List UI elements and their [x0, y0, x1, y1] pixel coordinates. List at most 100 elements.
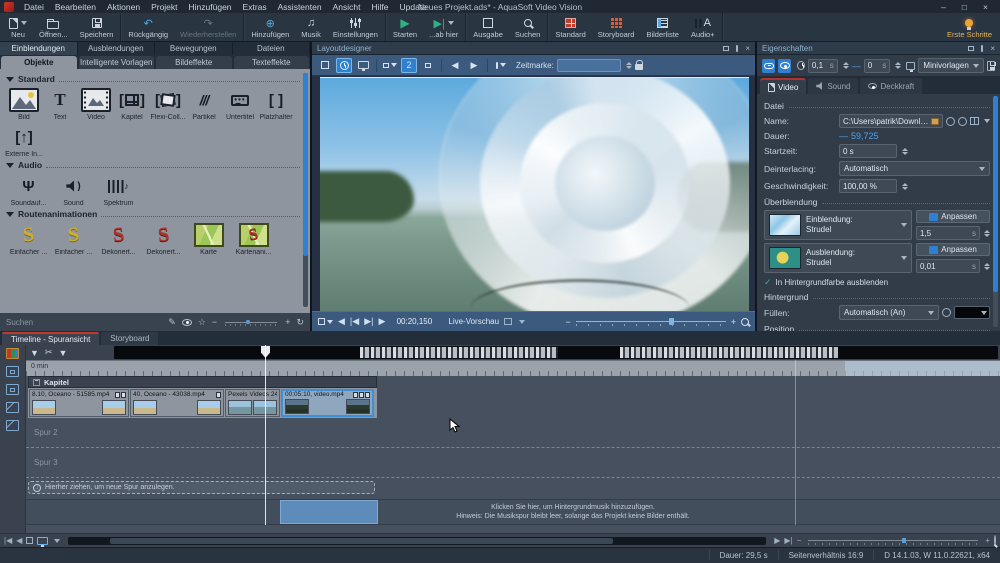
object-kapitel[interactable]: []Kapitel — [114, 87, 150, 121]
speed-field[interactable]: 100,00 % — [839, 179, 897, 193]
timeline-clip-2[interactable]: 40, Oceano - 43038.mp4 — [130, 389, 224, 417]
music-button[interactable]: ♫Musik — [295, 13, 327, 41]
zoom-out-icon[interactable]: − — [212, 317, 217, 327]
thumbnail-size-slider[interactable] — [225, 322, 277, 323]
tab-timeline-spuransicht[interactable]: Timeline - Spuransicht — [2, 332, 99, 345]
save-button[interactable]: Speichern — [74, 13, 120, 41]
grid-icon[interactable] — [382, 58, 398, 73]
offset-field[interactable]: 0s — [864, 59, 891, 73]
chevron-down-icon[interactable] — [519, 320, 525, 324]
link-toggle-icon[interactable] — [762, 59, 775, 73]
float-panel-icon[interactable] — [968, 46, 974, 51]
layout-bilderliste-button[interactable]: Bilderliste — [640, 13, 685, 41]
track-spur3[interactable]: Spur 3 — [26, 448, 1000, 478]
play-preview-icon[interactable]: ▶ — [378, 316, 385, 327]
object-video[interactable]: Video — [78, 87, 114, 121]
timeline-clip-1[interactable]: 8.10, Oceano - 51585.mp4 — [29, 389, 129, 417]
route-kartenanimation[interactable]: SKartenani... — [231, 222, 276, 256]
step-back-icon[interactable]: ◀ — [338, 316, 345, 327]
skip-end-icon[interactable]: ▶| — [364, 316, 373, 327]
chevron-down-icon[interactable] — [54, 539, 60, 543]
timeline-hscrollbar[interactable] — [68, 537, 766, 545]
tab-video[interactable]: Video — [760, 78, 806, 94]
fade-in-dropdown[interactable]: Einblendung:Strudel — [764, 210, 912, 240]
visibility-toggle-icon[interactable] — [778, 59, 791, 73]
route-dekoriert-2[interactable]: SDekoriert... — [141, 222, 186, 256]
timeline-zoom-out-icon[interactable]: − — [797, 536, 802, 545]
edit-filter-icon[interactable]: ✎ — [168, 317, 176, 328]
preview-zoom-out-icon[interactable]: − — [565, 317, 570, 327]
track-view-icon[interactable] — [6, 348, 19, 359]
preview-monitor-icon[interactable] — [37, 537, 48, 545]
close-button[interactable]: × — [983, 2, 988, 12]
time-mode-icon[interactable] — [336, 58, 352, 73]
layout-storyboard-button[interactable]: Storyboard — [592, 13, 641, 41]
reset-view-icon[interactable]: ↻ — [296, 317, 304, 328]
layout-standard-button[interactable]: Standard — [549, 13, 591, 41]
rotate-right-icon[interactable] — [958, 117, 967, 126]
visibility-icon[interactable] — [182, 319, 192, 326]
lock-icon[interactable] — [635, 64, 643, 70]
preview-menu-icon[interactable] — [504, 318, 512, 325]
stop-icon[interactable] — [26, 537, 33, 544]
cursor-next-icon[interactable]: ▶ — [466, 58, 482, 73]
start-from-here-button[interactable]: ▶|...ab hier — [423, 13, 464, 41]
duration-link[interactable]: 59,725 — [851, 131, 879, 141]
timeline-zoom-in-icon[interactable]: + — [985, 536, 990, 545]
pin-panel-icon[interactable] — [981, 45, 983, 52]
timeline-overview-bar[interactable] — [114, 346, 998, 359]
zeitmarke-input[interactable] — [557, 59, 621, 72]
deinterlacing-dropdown[interactable]: Automatisch — [839, 161, 990, 176]
color-picker-icon[interactable] — [942, 308, 951, 317]
section-routenanimationen[interactable]: Routenanimationen — [6, 209, 300, 219]
tab-sound[interactable]: Sound — [808, 78, 858, 94]
menu-ansicht[interactable]: Ansicht — [328, 2, 366, 12]
fade-in-anpassen-button[interactable]: Anpassen — [916, 210, 990, 223]
go-start-icon[interactable]: |◀ — [4, 536, 12, 545]
rotate-left-icon[interactable] — [946, 117, 955, 126]
object-untertitel[interactable]: •••Untertitel — [222, 87, 258, 121]
layout-audio-button[interactable]: AAudio+ — [685, 13, 721, 41]
menu-aktionen[interactable]: Aktionen — [102, 2, 145, 12]
monitor-icon[interactable] — [906, 62, 915, 70]
properties-scrollbar[interactable] — [993, 96, 998, 327]
section-standard[interactable]: Standard — [6, 74, 300, 84]
variants-icon[interactable] — [970, 117, 979, 125]
timeline-ruler[interactable]: 0 min — [26, 360, 1000, 376]
zoom-in-icon[interactable]: + — [285, 317, 290, 327]
start-button[interactable]: ▶Starten — [387, 13, 423, 41]
snap-2-icon[interactable]: 2 — [401, 58, 417, 73]
fit-range-icon[interactable] — [6, 420, 19, 431]
file-path-field[interactable]: C:\Users\patrik\Downloads\video.mp4 — [839, 114, 943, 128]
save-template-icon[interactable] — [987, 61, 995, 71]
marker-tool-icon[interactable]: ▼ — [30, 348, 39, 358]
chevron-down-icon[interactable] — [984, 119, 990, 123]
tab-objekte[interactable]: Objekte — [1, 56, 77, 69]
tab-intelligente-vorlagen[interactable]: Intelligente Vorlagen — [79, 56, 155, 69]
search-input[interactable] — [6, 318, 162, 327]
tab-texteffekte[interactable]: Texteffekte — [234, 56, 310, 69]
object-spektrum[interactable]: ♪Spektrum — [96, 173, 141, 207]
favorites-icon[interactable]: ☆ — [198, 317, 206, 328]
play-back-icon[interactable]: ◀ — [16, 536, 22, 545]
add-button[interactable]: ⊕Hinzufügen — [245, 13, 295, 41]
timeline-playhead[interactable] — [265, 345, 266, 525]
razor-tool-icon[interactable]: ✂ — [45, 347, 53, 358]
flag-icon[interactable] — [493, 58, 509, 73]
toolbox-scrollbar[interactable] — [303, 73, 308, 307]
new-track-dropzone[interactable]: ↓ Hierher ziehen, um neue Spur anzulegen… — [28, 481, 375, 494]
play-icon[interactable]: ▶ — [774, 536, 780, 545]
menu-hilfe[interactable]: Hilfe — [366, 2, 393, 12]
go-end-icon[interactable]: ▶| — [784, 536, 792, 545]
timeline-clip-3[interactable]: Pexels Videos 2430828... — [225, 389, 280, 417]
background-color-swatch[interactable] — [954, 306, 990, 319]
fill-mode-dropdown[interactable]: Automatisch (An) — [839, 305, 939, 320]
object-flexi-collage[interactable]: []Flexi-Coll... — [150, 87, 186, 121]
tab-bewegungen[interactable]: Bewegungen — [155, 42, 233, 55]
fade-out-dropdown[interactable]: Ausblendung:Strudel — [764, 243, 912, 273]
kapitel-track-header[interactable]: − Kapitel — [28, 376, 377, 388]
video-canvas[interactable] — [320, 77, 749, 311]
preview-magnifier-icon[interactable] — [741, 318, 749, 326]
settings-button[interactable]: Einstellungen — [327, 13, 384, 41]
frame-mode-icon[interactable] — [317, 58, 333, 73]
